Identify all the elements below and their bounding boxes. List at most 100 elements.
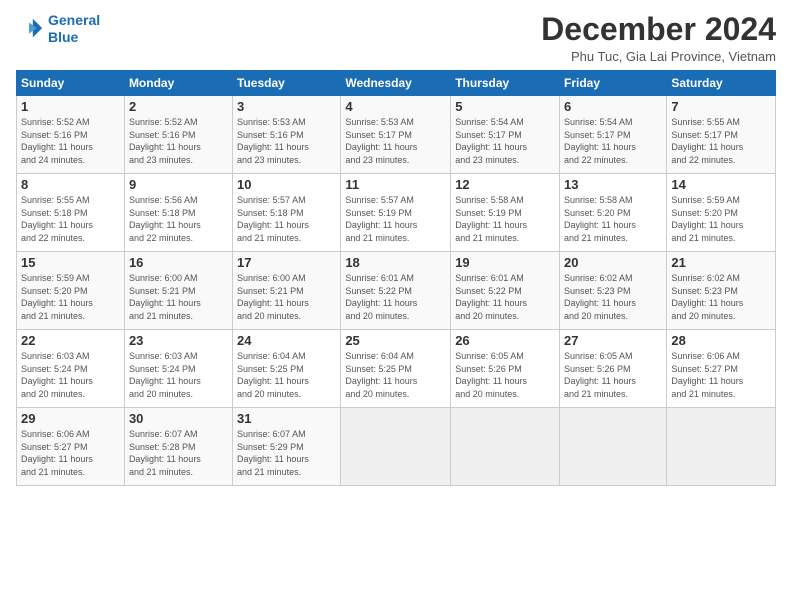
day-info: Sunrise: 6:05 AMSunset: 5:26 PMDaylight:… [455, 350, 555, 400]
col-tuesday: Tuesday [233, 71, 341, 96]
calendar-cell: 13 Sunrise: 5:58 AMSunset: 5:20 PMDayligh… [560, 174, 667, 252]
calendar-cell: 22 Sunrise: 6:03 AMSunset: 5:24 PMDayligh… [17, 330, 125, 408]
day-number: 20 [564, 255, 662, 270]
day-info: Sunrise: 5:52 AMSunset: 5:16 PMDaylight:… [129, 116, 228, 166]
day-number: 11 [345, 177, 446, 192]
calendar-table: Sunday Monday Tuesday Wednesday Thursday… [16, 70, 776, 486]
header-row: Sunday Monday Tuesday Wednesday Thursday… [17, 71, 776, 96]
day-info: Sunrise: 6:01 AMSunset: 5:22 PMDaylight:… [455, 272, 555, 322]
page-container: General Blue December 2024 Phu Tuc, Gia … [0, 0, 792, 494]
calendar-cell [341, 408, 451, 486]
calendar-cell: 27 Sunrise: 6:05 AMSunset: 5:26 PMDayligh… [560, 330, 667, 408]
calendar-cell: 12 Sunrise: 5:58 AMSunset: 5:19 PMDayligh… [451, 174, 560, 252]
calendar-cell: 24 Sunrise: 6:04 AMSunset: 5:25 PMDayligh… [233, 330, 341, 408]
title-section: December 2024 Phu Tuc, Gia Lai Province,… [541, 12, 776, 64]
day-number: 7 [671, 99, 771, 114]
calendar-header: Sunday Monday Tuesday Wednesday Thursday… [17, 71, 776, 96]
day-info: Sunrise: 6:05 AMSunset: 5:26 PMDaylight:… [564, 350, 662, 400]
day-info: Sunrise: 6:06 AMSunset: 5:27 PMDaylight:… [671, 350, 771, 400]
day-number: 14 [671, 177, 771, 192]
col-monday: Monday [124, 71, 232, 96]
day-number: 31 [237, 411, 336, 426]
calendar-week-5: 29Sunrise: 6:06 AMSunset: 5:27 PMDayligh… [17, 408, 776, 486]
day-info: Sunrise: 6:03 AMSunset: 5:24 PMDaylight:… [21, 350, 120, 400]
day-number: 19 [455, 255, 555, 270]
day-info: Sunrise: 5:56 AMSunset: 5:18 PMDaylight:… [129, 194, 228, 244]
calendar-cell: 6Sunrise: 5:54 AMSunset: 5:17 PMDaylight… [560, 96, 667, 174]
day-number: 15 [21, 255, 120, 270]
day-number: 23 [129, 333, 228, 348]
day-info: Sunrise: 6:00 AMSunset: 5:21 PMDaylight:… [237, 272, 336, 322]
calendar-cell: 23Sunrise: 6:03 AMSunset: 5:24 PMDayligh… [124, 330, 232, 408]
calendar-cell: 17 Sunrise: 6:00 AMSunset: 5:21 PMDayligh… [233, 252, 341, 330]
day-number: 1 [21, 99, 120, 114]
day-number: 8 [21, 177, 120, 192]
calendar-cell: 8 Sunrise: 5:55 AMSunset: 5:18 PMDaylight… [17, 174, 125, 252]
day-number: 9 [129, 177, 228, 192]
day-info: Sunrise: 5:54 AMSunset: 5:17 PMDaylight:… [455, 116, 555, 166]
day-number: 22 [21, 333, 120, 348]
logo-line1: General [48, 12, 100, 28]
day-info: Sunrise: 6:02 AMSunset: 5:23 PMDaylight:… [564, 272, 662, 322]
calendar-cell: 14 Sunrise: 5:59 AMSunset: 5:20 PMDayligh… [667, 174, 776, 252]
calendar-cell: 26 Sunrise: 6:05 AMSunset: 5:26 PMDayligh… [451, 330, 560, 408]
logo: General Blue [16, 12, 100, 46]
calendar-cell: 28 Sunrise: 6:06 AMSunset: 5:27 PMDayligh… [667, 330, 776, 408]
day-info: Sunrise: 6:04 AMSunset: 5:25 PMDaylight:… [345, 350, 446, 400]
calendar-cell: 21 Sunrise: 6:02 AMSunset: 5:23 PMDayligh… [667, 252, 776, 330]
day-info: Sunrise: 5:59 AMSunset: 5:20 PMDaylight:… [21, 272, 120, 322]
logo-icon [16, 15, 44, 43]
calendar-week-4: 22 Sunrise: 6:03 AMSunset: 5:24 PMDayligh… [17, 330, 776, 408]
day-number: 26 [455, 333, 555, 348]
day-info: Sunrise: 6:01 AMSunset: 5:22 PMDaylight:… [345, 272, 446, 322]
day-number: 30 [129, 411, 228, 426]
calendar-cell: 1 Sunrise: 5:52 AMSunset: 5:16 PMDaylight… [17, 96, 125, 174]
day-number: 12 [455, 177, 555, 192]
day-info: Sunrise: 6:00 AMSunset: 5:21 PMDaylight:… [129, 272, 228, 322]
day-info: Sunrise: 5:58 AMSunset: 5:20 PMDaylight:… [564, 194, 662, 244]
calendar-cell [667, 408, 776, 486]
day-number: 24 [237, 333, 336, 348]
logo-text: General Blue [48, 12, 100, 46]
day-info: Sunrise: 5:52 AMSunset: 5:16 PMDaylight:… [21, 116, 120, 166]
day-number: 4 [345, 99, 446, 114]
calendar-cell: 9 Sunrise: 5:56 AMSunset: 5:18 PMDaylight… [124, 174, 232, 252]
calendar-week-3: 15 Sunrise: 5:59 AMSunset: 5:20 PMDayligh… [17, 252, 776, 330]
day-number: 16 [129, 255, 228, 270]
day-info: Sunrise: 5:53 AMSunset: 5:17 PMDaylight:… [345, 116, 446, 166]
month-title: December 2024 [541, 12, 776, 47]
day-number: 5 [455, 99, 555, 114]
logo-line2: Blue [48, 29, 100, 46]
col-thursday: Thursday [451, 71, 560, 96]
day-number: 13 [564, 177, 662, 192]
col-wednesday: Wednesday [341, 71, 451, 96]
calendar-cell [560, 408, 667, 486]
day-info: Sunrise: 6:07 AMSunset: 5:29 PMDaylight:… [237, 428, 336, 478]
calendar-cell: 4 Sunrise: 5:53 AMSunset: 5:17 PMDaylight… [341, 96, 451, 174]
calendar-cell: 29Sunrise: 6:06 AMSunset: 5:27 PMDayligh… [17, 408, 125, 486]
calendar-cell: 7Sunrise: 5:55 AMSunset: 5:17 PMDaylight… [667, 96, 776, 174]
day-number: 28 [671, 333, 771, 348]
day-info: Sunrise: 6:06 AMSunset: 5:27 PMDaylight:… [21, 428, 120, 478]
calendar-cell: 2 Sunrise: 5:52 AMSunset: 5:16 PMDaylight… [124, 96, 232, 174]
day-info: Sunrise: 5:57 AMSunset: 5:19 PMDaylight:… [345, 194, 446, 244]
day-info: Sunrise: 5:57 AMSunset: 5:18 PMDaylight:… [237, 194, 336, 244]
day-number: 21 [671, 255, 771, 270]
calendar-cell: 10 Sunrise: 5:57 AMSunset: 5:18 PMDayligh… [233, 174, 341, 252]
day-info: Sunrise: 5:55 AMSunset: 5:18 PMDaylight:… [21, 194, 120, 244]
day-number: 10 [237, 177, 336, 192]
day-info: Sunrise: 5:59 AMSunset: 5:20 PMDaylight:… [671, 194, 771, 244]
day-number: 2 [129, 99, 228, 114]
calendar-body: 1 Sunrise: 5:52 AMSunset: 5:16 PMDaylight… [17, 96, 776, 486]
day-info: Sunrise: 5:58 AMSunset: 5:19 PMDaylight:… [455, 194, 555, 244]
day-info: Sunrise: 6:04 AMSunset: 5:25 PMDaylight:… [237, 350, 336, 400]
day-info: Sunrise: 6:02 AMSunset: 5:23 PMDaylight:… [671, 272, 771, 322]
calendar-cell: 25Sunrise: 6:04 AMSunset: 5:25 PMDayligh… [341, 330, 451, 408]
day-number: 18 [345, 255, 446, 270]
col-saturday: Saturday [667, 71, 776, 96]
calendar-cell: 3Sunrise: 5:53 AMSunset: 5:16 PMDaylight… [233, 96, 341, 174]
col-friday: Friday [560, 71, 667, 96]
calendar-cell: 5 Sunrise: 5:54 AMSunset: 5:17 PMDaylight… [451, 96, 560, 174]
day-number: 27 [564, 333, 662, 348]
day-number: 17 [237, 255, 336, 270]
